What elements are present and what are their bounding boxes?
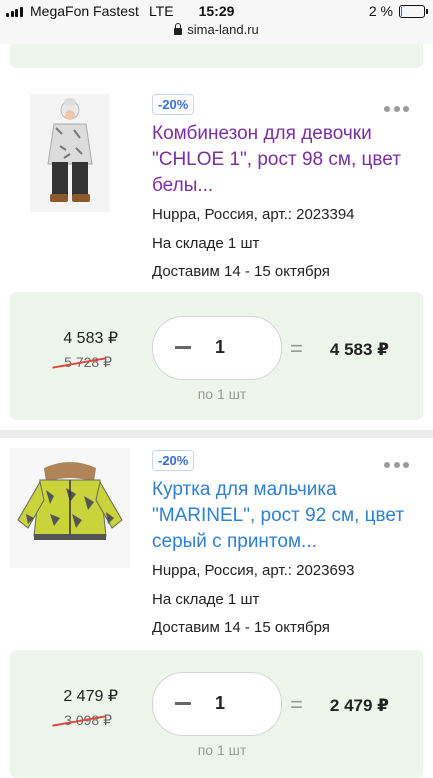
price-area: 4 583 ₽ 5 728 ₽ 1 = 4 583 ₽ по 1 шт [10, 292, 423, 420]
url-bar[interactable]: sima-land.ru [0, 22, 433, 45]
price-area: 2 479 ₽ 3 098 ₽ 1 = 2 479 ₽ по 1 шт [10, 650, 423, 778]
battery-percent: 2 % [368, 3, 393, 19]
delivery-date: Доставим 14 - 15 октября [152, 263, 330, 280]
line-total: 2 479 ₽ [329, 696, 389, 715]
product-title-link[interactable]: Комбинезон для девочки "CHLOE 1", рост 9… [152, 121, 422, 199]
per-unit-label: по 1 шт [197, 386, 247, 402]
quantity-value[interactable]: 1 [208, 693, 232, 714]
delivery-date: Доставим 14 - 15 октября [152, 619, 330, 636]
equals-sign: = [290, 692, 303, 717]
product-image[interactable] [30, 94, 110, 212]
unit-price: 2 479 ₽ [63, 688, 118, 705]
status-bar: MegaFon Fastest LTE 15:29 2 % [0, 0, 433, 22]
product-title-link[interactable]: Куртка для мальчика "MARINEL", рост 92 с… [152, 477, 422, 555]
quantity-stepper[interactable]: 1 [152, 672, 282, 736]
product-brand-article: Huppa, Россия, арт.: 2023693 [152, 562, 355, 579]
unit-price: 4 583 ₽ [63, 330, 118, 347]
more-options-icon[interactable] [381, 106, 409, 112]
cart-item: -20% Куртка для мальчика "MARINEL", рост… [0, 438, 433, 778]
previous-price-area [10, 44, 423, 68]
equals-sign: = [290, 336, 303, 361]
stock-status: На складе 1 шт [152, 235, 260, 252]
cart-item: -20% Комбинезон для девочки "CHLOE 1", р… [0, 82, 433, 430]
discount-badge: -20% [152, 94, 195, 115]
quantity-value[interactable]: 1 [208, 337, 232, 358]
minus-icon[interactable] [175, 346, 191, 349]
line-total: 4 583 ₽ [329, 340, 389, 359]
lock-icon [174, 23, 183, 35]
minus-icon[interactable] [175, 702, 191, 705]
per-unit-label: по 1 шт [197, 742, 247, 758]
stock-status: На складе 1 шт [152, 591, 260, 608]
quantity-stepper[interactable]: 1 [152, 316, 282, 380]
battery-icon [399, 4, 428, 18]
more-options-icon[interactable] [381, 462, 409, 468]
product-image[interactable] [10, 448, 130, 568]
product-brand-article: Huppa, Россия, арт.: 2023394 [152, 206, 355, 223]
url-text: sima-land.ru [187, 22, 259, 37]
discount-badge: -20% [152, 450, 195, 471]
